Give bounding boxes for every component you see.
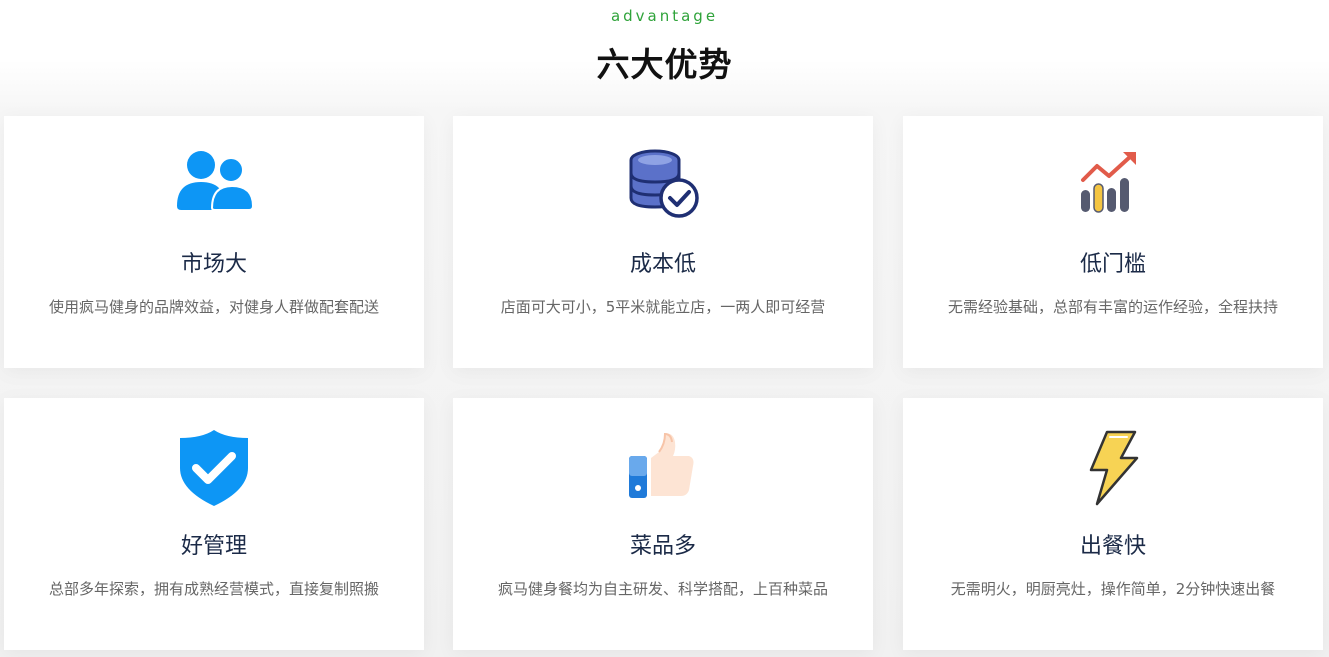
growth-chart-icon (1073, 146, 1153, 226)
card-title: 菜品多 (629, 534, 696, 559)
advantage-card-speed: 出餐快 无需明火，明厨亮灶，操作简单，2分钟快速出餐 (903, 398, 1323, 650)
card-description: 使用疯马健身的品牌效益，对健身人群做配套配送 (48, 298, 379, 316)
database-check-icon (623, 146, 703, 226)
card-title: 出餐快 (1079, 534, 1146, 559)
advantages-section: advantage 六大优势 市场大 使用疯马健身的品牌效益，对健身人群做配套配… (0, 0, 1329, 657)
card-description: 无需经验基础，总部有丰富的运作经验，全程扶持 (947, 298, 1278, 316)
card-title: 市场大 (180, 252, 247, 277)
card-description: 店面可大可小，5平米就能立店，一两人即可经营 (500, 298, 826, 316)
card-title: 低门槛 (1079, 252, 1146, 277)
card-description: 总部多年探索，拥有成熟经营模式，直接复制照搬 (48, 580, 379, 598)
thumbs-up-icon (623, 428, 703, 508)
section-subtitle: advantage (610, 7, 719, 25)
card-title: 成本低 (629, 252, 696, 277)
advantage-card-management: 好管理 总部多年探索，拥有成熟经营模式，直接复制照搬 (4, 398, 424, 650)
advantage-card-dishes: 菜品多 疯马健身餐均为自主研发、科学搭配，上百种菜品 (453, 398, 873, 650)
lightning-icon (1073, 428, 1153, 508)
shield-check-icon (174, 428, 254, 508)
card-title: 好管理 (180, 534, 247, 559)
section-title: 六大优势 (596, 45, 733, 84)
advantage-card-threshold: 低门槛 无需经验基础，总部有丰富的运作经验，全程扶持 (903, 116, 1323, 368)
advantage-card-market: 市场大 使用疯马健身的品牌效益，对健身人群做配套配送 (4, 116, 424, 368)
card-description: 无需明火，明厨亮灶，操作简单，2分钟快速出餐 (950, 580, 1276, 598)
card-description: 疯马健身餐均为自主研发、科学搭配，上百种菜品 (497, 580, 828, 598)
advantage-card-cost: 成本低 店面可大可小，5平米就能立店，一两人即可经营 (453, 116, 873, 368)
users-icon (174, 146, 254, 226)
